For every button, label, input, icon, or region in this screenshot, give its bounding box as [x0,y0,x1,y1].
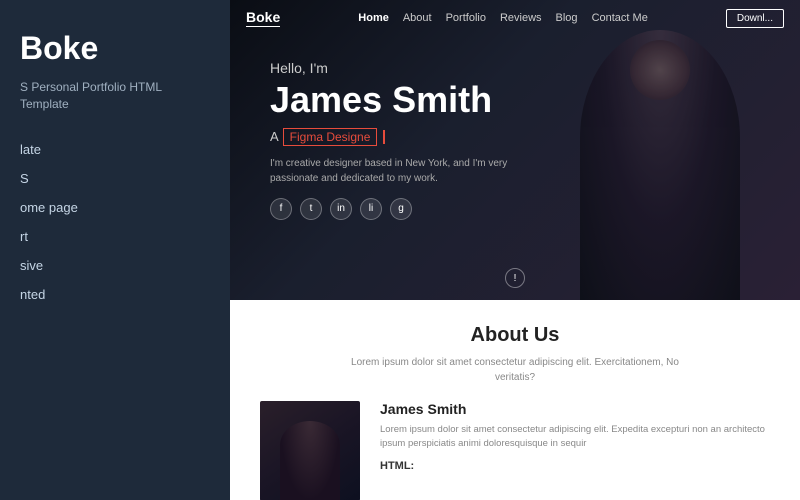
top-navbar: Boke Home About Portfolio Reviews Blog C… [230,0,800,36]
hero-greeting: Hello, I'm [270,60,530,76]
nav-links: Home About Portfolio Reviews Blog Contac… [358,12,648,24]
scroll-indicator[interactable]: ! [505,268,525,288]
nav-link-portfolio[interactable]: Portfolio [446,12,486,24]
left-panel: Boke S Personal Portfolio HTML Template … [0,0,230,500]
about-person-description: Lorem ipsum dolor sit amet consectetur a… [380,423,770,452]
sidebar-item-responsive[interactable]: sive [20,255,210,276]
social-icons-group: f t in li g [270,198,530,220]
twitter-icon[interactable]: t [300,198,322,220]
sidebar-item-home[interactable]: ome page [20,197,210,218]
instagram-icon[interactable]: in [330,198,352,220]
hero-person-silhouette [580,30,740,300]
sidebar-item-documented[interactable]: nted [20,284,210,305]
hero-role: A Figma Designe [270,128,530,146]
github-icon[interactable]: g [390,198,412,220]
facebook-icon[interactable]: f [270,198,292,220]
about-person-name: James Smith [380,401,770,417]
about-description: Lorem ipsum dolor sit amet consectetur a… [345,355,685,385]
role-prefix: A [270,129,279,144]
about-html-label: HTML: [380,460,770,472]
about-body: James Smith Lorem ipsum dolor sit amet c… [260,401,770,500]
nav-link-contact[interactable]: Contact Me [592,12,648,24]
about-title: About Us [260,324,770,347]
brand-title: Boke [20,30,210,67]
hero-name: James Smith [270,80,530,120]
sidebar-item-start[interactable]: rt [20,226,210,247]
brand-subtitle: S Personal Portfolio HTML Template [20,79,210,113]
linkedin-icon[interactable]: li [360,198,382,220]
right-panel: Boke Home About Portfolio Reviews Blog C… [230,0,800,500]
about-section: About Us Lorem ipsum dolor sit amet cons… [230,300,800,500]
cursor-bar [383,130,385,144]
nav-logo: Boke [246,9,280,27]
about-text-block: James Smith Lorem ipsum dolor sit amet c… [380,401,770,472]
hero-description: I'm creative designer based in New York,… [270,156,530,186]
hero-section: Boke Home About Portfolio Reviews Blog C… [230,0,800,300]
nav-link-home[interactable]: Home [358,12,389,24]
nav-link-about[interactable]: About [403,12,432,24]
sidebar-item-template[interactable]: late [20,139,210,160]
nav-link-reviews[interactable]: Reviews [500,12,542,24]
sidebar-item-s[interactable]: S [20,168,210,189]
nav-link-blog[interactable]: Blog [556,12,578,24]
download-button[interactable]: Downl... [726,9,784,28]
about-photo [260,401,360,500]
role-title: Figma Designe [283,128,378,146]
hero-content: Hello, I'm James Smith A Figma Designe I… [270,60,530,236]
